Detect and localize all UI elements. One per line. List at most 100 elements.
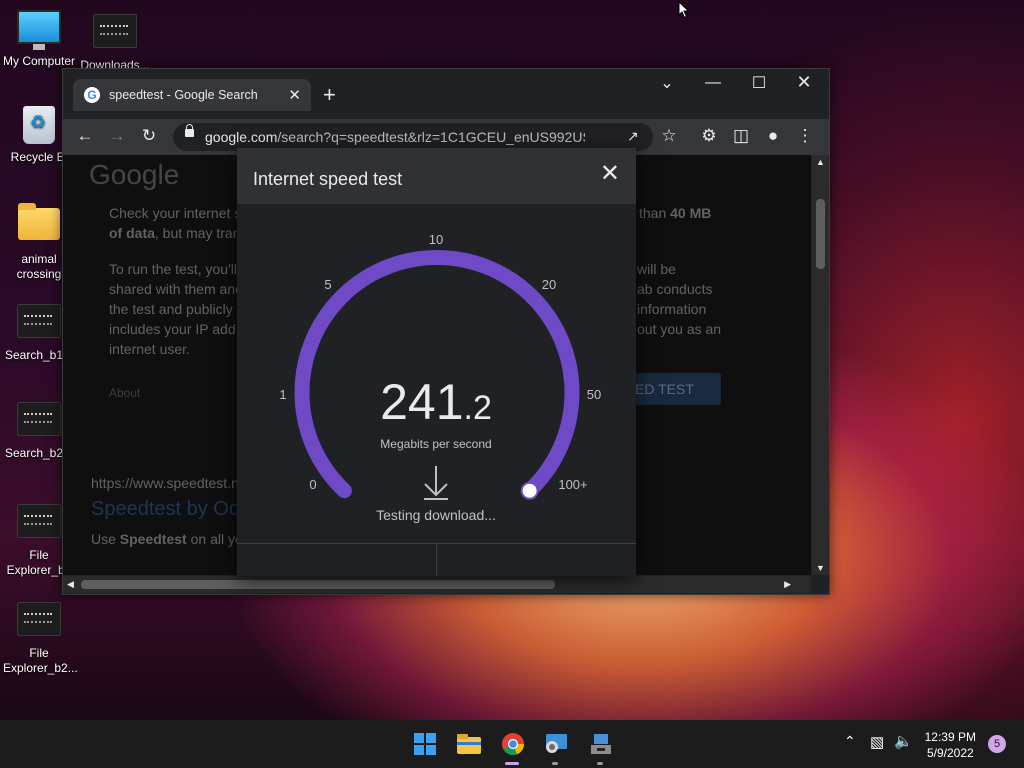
volume-icon[interactable]: 🔈 xyxy=(894,732,913,750)
chevron-up-icon[interactable]: ⌃ xyxy=(844,733,856,750)
gauge-label-50: 50 xyxy=(587,387,601,402)
clock-time: 12:39 PM xyxy=(924,730,976,744)
scroll-down-arrow-icon[interactable]: ▼ xyxy=(816,563,825,573)
gauge-label-0: 0 xyxy=(309,477,316,492)
page-text: ab conducts xyxy=(637,281,713,297)
start-windows-icon[interactable] xyxy=(412,732,438,756)
speed-gauge: 0 1 5 10 20 50 100+ 241.2 Megabits per s… xyxy=(279,232,601,523)
gauge-label-10: 10 xyxy=(429,232,443,247)
gauge-label-5: 5 xyxy=(324,277,331,292)
scroll-up-arrow-icon[interactable]: ▲ xyxy=(816,157,825,167)
gauge-label-100: 100+ xyxy=(558,477,587,492)
profile-avatar-icon[interactable]: ● xyxy=(761,126,785,146)
screenshot-thumbnail-icon xyxy=(17,602,61,642)
speed-value-decimal: .2 xyxy=(464,389,492,427)
maximize-button[interactable]: ☐ xyxy=(739,73,779,93)
screenshot-thumbnail-icon xyxy=(17,402,61,442)
result-url[interactable]: https://www.speedtest.n xyxy=(91,473,239,493)
speed-value: 241 xyxy=(380,374,463,430)
file-explorer-icon[interactable] xyxy=(456,732,482,756)
page-text: To run the test, you'll xyxy=(109,261,237,277)
recycle-bin-icon: ♻ xyxy=(17,106,61,146)
taskbar: ⌃ ▧ 🔈 12:39 PM 5/9/2022 5 xyxy=(0,720,1024,768)
page-text: , but may tran xyxy=(154,225,241,241)
desktop-icon-downloads[interactable]: Downloads... xyxy=(77,10,153,73)
page-text: Speedtest xyxy=(119,531,187,547)
speed-test-dialog: Internet speed test ✕ 0 1 5 10 20 50 100… xyxy=(237,148,636,576)
page-text: includes your IP add xyxy=(109,321,236,337)
share-icon[interactable]: ↗ xyxy=(627,128,639,145)
page-text: shared with them and xyxy=(109,281,243,297)
screenshot-thumbnail-icon xyxy=(17,304,61,344)
tab-strip: G speedtest - Google Search ✕ + ⌄ — ☐ ✕ xyxy=(63,69,829,119)
page-text: Check your internet s xyxy=(109,205,242,221)
tab-title: speedtest - Google Search xyxy=(109,88,258,102)
notification-badge[interactable]: 5 xyxy=(988,735,1006,753)
close-window-button[interactable]: ✕ xyxy=(784,72,824,93)
lock-icon xyxy=(185,124,194,137)
page-text: Use xyxy=(91,531,116,547)
computer-icon xyxy=(17,10,61,50)
download-arrow-icon xyxy=(424,466,448,500)
vertical-scrollbar[interactable]: ▲ ▼ xyxy=(812,155,829,575)
google-logo[interactable]: Google xyxy=(89,161,179,189)
dialog-footer xyxy=(237,543,636,576)
tab-search-chevron-icon[interactable]: ⌄ xyxy=(647,73,687,93)
desktop-icon-my-computer[interactable]: My Computer xyxy=(1,10,77,69)
result-title-link[interactable]: Speedtest by Oo xyxy=(91,499,240,519)
desktop-icon-file-explorer-b2[interactable]: File Explorer_b2... xyxy=(1,598,78,676)
reload-button[interactable]: ↻ xyxy=(137,126,161,146)
app-indicator xyxy=(552,762,558,765)
clock-date: 5/9/2022 xyxy=(926,746,974,760)
run-speed-test-button[interactable]: ED TEST xyxy=(635,373,721,405)
page-text: of data xyxy=(109,225,155,241)
mouse-cursor-icon xyxy=(678,1,690,19)
page-text: will be xyxy=(637,261,676,277)
clock[interactable]: 12:39 PM 5/9/2022 xyxy=(925,729,976,761)
app-indicator xyxy=(597,762,603,765)
page-text: out you as an xyxy=(637,321,722,337)
tab-close-icon[interactable]: ✕ xyxy=(288,86,301,104)
url-host: google.com xyxy=(205,129,278,145)
gauge-needle-knob xyxy=(520,481,539,500)
address-bar[interactable]: google.com/search?q=speedtest&rlz=1C1GCE… xyxy=(173,123,653,151)
about-link[interactable]: About xyxy=(109,383,140,403)
page-text: information xyxy=(637,301,707,317)
status-text: Testing download... xyxy=(376,507,496,523)
scroll-left-arrow-icon[interactable]: ◀ xyxy=(67,579,74,590)
horizontal-scrollbar[interactable]: ◀ ▶ xyxy=(63,576,811,593)
control-panel-icon[interactable] xyxy=(543,732,569,756)
screenshot-thumbnail-icon xyxy=(17,504,61,544)
page-text: 40 MB xyxy=(670,205,712,221)
gauge-label-1: 1 xyxy=(279,387,286,402)
network-tool-icon[interactable] xyxy=(588,732,614,756)
url-path: /search?q=speedtest&rlz=1C1GCEU_enUS992U… xyxy=(277,129,585,145)
side-panel-icon[interactable]: ◫ xyxy=(729,126,753,146)
folder-icon xyxy=(17,203,61,248)
desktop-icon-label: My Computer xyxy=(2,54,76,68)
forward-button[interactable]: → xyxy=(105,126,129,146)
desktop-icon-label: animal crossing xyxy=(16,252,62,281)
minimize-button[interactable]: — xyxy=(693,74,733,92)
page-text: internet user. xyxy=(109,341,190,357)
speed-unit: Megabits per second xyxy=(380,437,491,451)
svg-text:241.2: 241.2 xyxy=(380,374,492,430)
downloads-thumbnail-icon xyxy=(93,14,137,54)
menu-kebab-icon[interactable]: ⋮ xyxy=(793,126,817,146)
tab-speedtest[interactable]: G speedtest - Google Search ✕ xyxy=(73,79,311,111)
extensions-icon[interactable]: ⚙ xyxy=(697,126,721,146)
new-tab-button[interactable]: + xyxy=(323,82,336,108)
google-favicon-icon: G xyxy=(84,87,100,103)
scroll-right-arrow-icon[interactable]: ▶ xyxy=(784,579,791,590)
chrome-icon[interactable] xyxy=(500,732,526,756)
close-icon[interactable]: ✕ xyxy=(600,162,620,186)
active-app-indicator xyxy=(505,762,519,765)
bookmark-star-icon[interactable]: ☆ xyxy=(657,126,681,146)
page-text: on all yo xyxy=(190,531,243,547)
page-text: than xyxy=(639,205,667,221)
back-button[interactable]: ← xyxy=(73,126,97,146)
desktop-icon-label: File Explorer_b2... xyxy=(3,646,78,675)
network-icon[interactable]: ▧ xyxy=(870,733,884,751)
dialog-title: Internet speed test xyxy=(253,169,403,189)
gauge-label-20: 20 xyxy=(542,277,556,292)
